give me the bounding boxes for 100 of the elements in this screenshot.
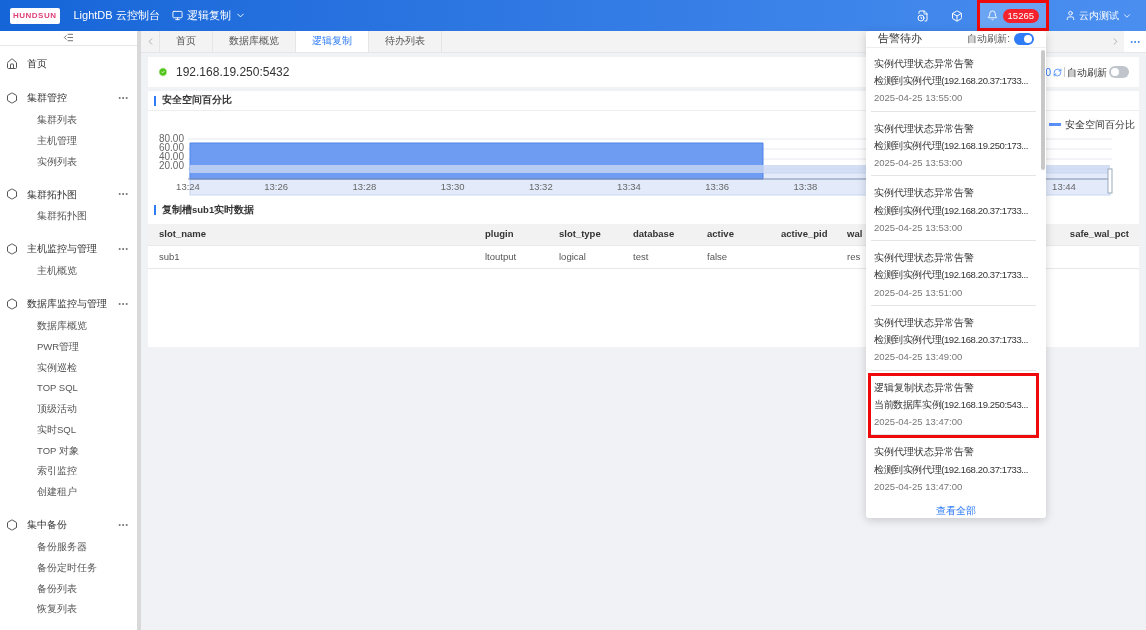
scrollbar-thumb[interactable]	[1041, 49, 1045, 170]
alert-detail: 检测到实例代理(192.168.20.37:1733...	[874, 333, 1029, 347]
sidebar-item[interactable]: TOP SQL	[0, 378, 137, 399]
view-all-link[interactable]: 查看全部	[936, 504, 976, 519]
x-axis-label: 13:36	[705, 181, 730, 192]
sidebar-item[interactable]: 实例巡检	[0, 357, 137, 379]
sidebar-item[interactable]: 备份服务器	[0, 536, 137, 558]
x-axis-label: 13:32	[528, 181, 553, 192]
bell-icon	[986, 10, 998, 21]
column-header: slot_type	[558, 227, 602, 242]
auto-refresh-switch[interactable]	[1109, 66, 1129, 78]
status-ok-icon	[158, 67, 168, 77]
alerts-button[interactable]: 15265	[976, 0, 1049, 31]
sidebar-item[interactable]: 实例列表	[0, 151, 137, 173]
alert-detail: 检测到实例代理(192.168.20.37:1733...	[874, 74, 1029, 88]
refresh-icon[interactable]	[1053, 67, 1062, 77]
alert-time: 2025-04-25 13:49:00	[874, 350, 964, 365]
column-header: slot_name	[158, 227, 207, 242]
alert-detail: 检测到实例代理(192.168.20.37:1733...	[874, 462, 1029, 477]
sidebar-group[interactable]: 集群拓扑图	[27, 186, 77, 202]
sidebar-group[interactable]: 主机监控与管理	[27, 241, 97, 257]
alert-time: 2025-04-25 13:47:00	[874, 479, 964, 494]
legend-swatch-icon	[1049, 123, 1061, 126]
y-axis-label: 20.00	[158, 160, 184, 171]
sidebar-item[interactable]: 备份定时任务	[0, 557, 137, 579]
alert-item[interactable]: 逻辑复制状态异常告警 当前数据库实例(192.168.19.250:543... 2025-04-25 13:47:00	[871, 375, 1036, 436]
column-header: active_pid	[780, 227, 829, 242]
legend-label[interactable]: 安全空间百分比	[1065, 117, 1135, 132]
sidebar-group[interactable]: 数据库监控与管理	[27, 296, 107, 312]
tab[interactable]: 逻辑复制	[296, 31, 369, 52]
monitor-icon	[171, 10, 183, 21]
sidebar-item[interactable]: 主机概览	[0, 260, 137, 282]
alert-item[interactable]: 实例代理状态异常告警 检测到实例代理(192.168.19.250:173... 2025-04-25 13:53:00	[871, 116, 1036, 177]
sidebar-item[interactable]: 数据库概览	[0, 315, 137, 337]
column-header: database	[632, 227, 676, 242]
table-cell-text: sub1	[158, 249, 181, 264]
x-axis-label: 13:24	[176, 181, 200, 192]
sidebar-group[interactable]: 首页	[27, 56, 47, 72]
cube-icon[interactable]	[950, 9, 963, 22]
table-cell-text: ltoutput	[484, 249, 518, 264]
refresh-count: 0	[1045, 65, 1051, 80]
auto-refresh-label: 自动刷新	[1067, 65, 1107, 80]
logo: HUNDSUN	[10, 7, 60, 24]
table-cell-text: logical	[558, 249, 587, 264]
sidebar-item[interactable]: 备份列表	[0, 578, 137, 600]
hexagon-icon	[6, 518, 18, 531]
alert-title: 实例代理状态异常告警	[874, 56, 975, 71]
section-title: 安全空间百分比	[162, 93, 232, 108]
y-axis-label: 60.00	[158, 142, 184, 153]
sidebar-item[interactable]: TOP 对象	[0, 440, 137, 462]
sidebar-item[interactable]: 创建租户	[0, 482, 137, 503]
alert-time: 2025-04-25 13:47:00	[874, 415, 964, 429]
sidebar-item[interactable]: 恢复列表	[0, 599, 137, 620]
alert-detail: 检测到实例代理(192.168.19.250:173...	[874, 138, 1029, 153]
alert-title: 实例代理状态异常告警	[874, 186, 975, 201]
x-axis-label: 13:34	[617, 181, 641, 192]
section-title: 复制槽sub1实时数据	[162, 202, 255, 217]
alert-item[interactable]: 实例代理状态异常告警 检测到实例代理(192.168.20.37:1733... 2025-04-25 13:49:00	[871, 310, 1036, 371]
alert-count-badge: 15265	[1002, 8, 1039, 23]
alert-title: 实例代理状态异常告警	[874, 445, 975, 460]
x-axis-label: 13:28	[352, 181, 377, 192]
sidebar-item[interactable]: 集群拓扑图	[0, 206, 137, 227]
module-dropdown[interactable]: 逻辑复制	[171, 7, 246, 24]
alert-item[interactable]: 实例代理状态异常告警 检测到实例代理(192.168.20.37:1733... 2025-04-25 13:47:00	[871, 440, 1036, 499]
alert-detail: 当前数据库实例(192.168.19.250:543...	[874, 397, 1029, 412]
table-cell-text: false	[706, 249, 729, 264]
x-axis-label: 13:30	[440, 181, 465, 192]
alert-title: 逻辑复制状态异常告警	[874, 380, 975, 395]
column-header: active	[706, 227, 735, 242]
instance-address: 192.168.19.250:5432	[176, 64, 290, 81]
sidebar-item[interactable]: 主机管理	[0, 130, 137, 152]
collapse-menu-icon[interactable]	[63, 32, 74, 44]
popup-title: 告警待办	[878, 31, 922, 46]
auto-refresh-switch[interactable]	[1014, 32, 1034, 45]
sidebar-item[interactable]: 集群列表	[0, 109, 137, 131]
sidebar-item[interactable]: PWR管理	[0, 336, 137, 358]
hexagon-icon	[6, 242, 18, 255]
hexagon-icon	[6, 91, 18, 104]
sidebar-item[interactable]: 索引监控	[0, 461, 137, 482]
user-icon	[1065, 10, 1076, 21]
alert-time: 2025-04-25 13:51:00	[874, 285, 964, 300]
alert-item[interactable]: 实例代理状态异常告警 检测到实例代理(192.168.20.37:1733... 2025-04-25 13:51:00	[871, 246, 1036, 306]
document-clock-icon[interactable]	[916, 9, 929, 22]
home-icon	[6, 57, 18, 70]
alert-detail: 检测到实例代理(192.168.20.37:1733...	[874, 268, 1029, 283]
tab[interactable]: 首页	[160, 31, 213, 52]
alert-time: 2025-04-25 13:53:00	[874, 156, 964, 170]
alert-item[interactable]: 实例代理状态异常告警 检测到实例代理(192.168.20.37:1733... 2025-04-25 13:55:00	[871, 51, 1036, 112]
tab[interactable]: 待办列表	[369, 31, 442, 52]
alert-item[interactable]: 实例代理状态异常告警 检测到实例代理(192.168.20.37:1733... 2025-04-25 13:53:00	[871, 181, 1036, 241]
column-header: plugin	[484, 227, 515, 242]
y-axis-label: 40.00	[158, 151, 184, 162]
y-axis-label: 80.00	[158, 133, 184, 144]
sidebar-group[interactable]: 集群管控	[27, 90, 67, 106]
x-axis-label: 13:44	[1052, 181, 1076, 192]
sidebar-item[interactable]: 实时SQL	[0, 419, 137, 441]
x-axis-label: 13:26	[264, 181, 289, 192]
sidebar-group[interactable]: 集中备份	[27, 517, 67, 533]
alert-title: 实例代理状态异常告警	[874, 315, 975, 330]
sidebar-item[interactable]: 顶级活动	[0, 398, 137, 420]
